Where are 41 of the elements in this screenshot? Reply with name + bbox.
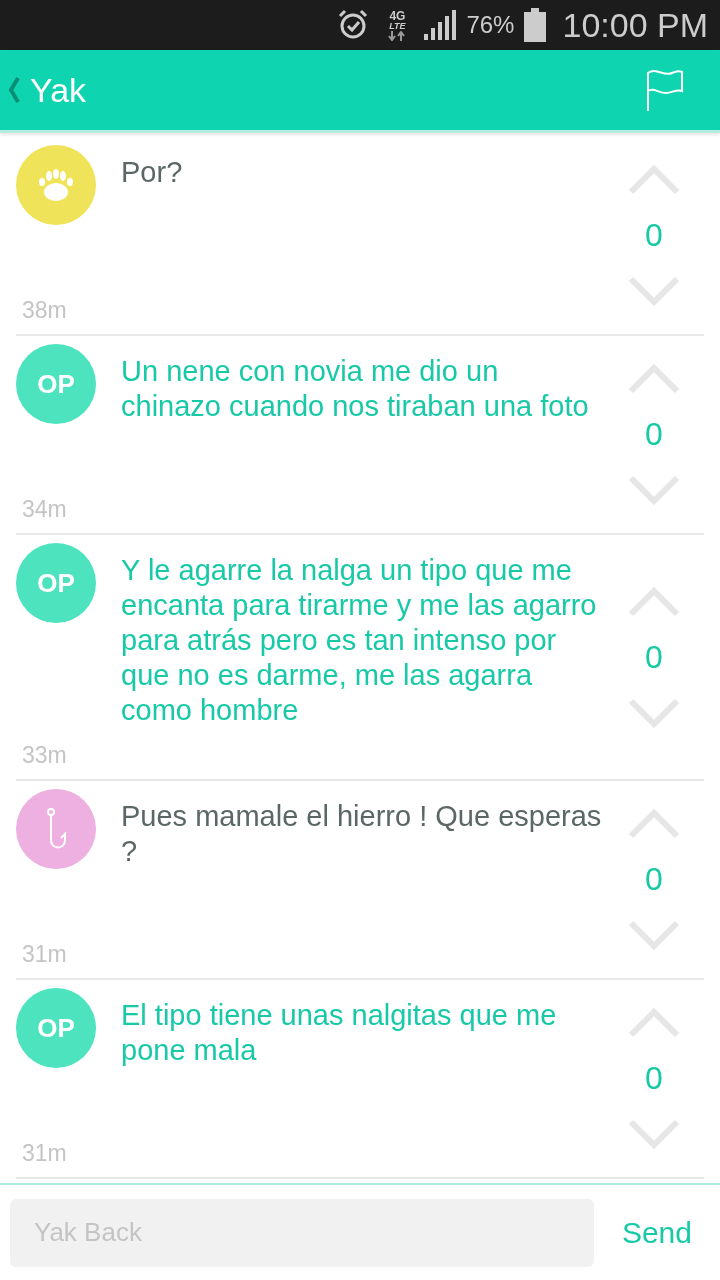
comment-text: Y le agarre la nalga un tipo que me encanta para tirarme y me las agarro para atrás pero es tan intenso por que no es darme, me las agarra como hombre	[121, 553, 598, 728]
vote-count: 0	[645, 861, 663, 898]
vote-count: 0	[645, 217, 663, 254]
send-button[interactable]: Send	[603, 1205, 710, 1260]
upvote-icon[interactable]	[628, 364, 680, 394]
comment-text: El tipo tiene unas nalgitas que me pone mala	[121, 998, 558, 1068]
fishhook-icon	[45, 808, 67, 850]
data-arrows-icon	[388, 30, 407, 41]
downvote-icon[interactable]	[628, 276, 680, 306]
vote-count: 0	[645, 1060, 663, 1097]
upvote-icon[interactable]	[628, 809, 680, 839]
vote-count: 0	[645, 416, 663, 453]
flag-icon[interactable]	[646, 69, 684, 111]
upvote-icon[interactable]	[628, 1008, 680, 1038]
network-subtype: LTE	[389, 21, 406, 31]
timestamp: 34m	[21, 495, 68, 524]
op-label: OP	[37, 567, 75, 599]
downvote-icon[interactable]	[628, 475, 680, 505]
comment-text: Por?	[121, 155, 183, 190]
timestamp: 31m	[21, 940, 68, 969]
timestamp: 33m	[21, 741, 68, 770]
comment-text: Pues mamale el hierro ! Que esperas ?	[121, 799, 603, 869]
network-type: 4G	[389, 9, 406, 22]
paw-icon	[38, 168, 74, 202]
upvote-icon[interactable]	[628, 165, 680, 195]
chevron-left-icon	[8, 77, 20, 103]
downvote-icon[interactable]	[628, 920, 680, 950]
timestamp: 38m	[21, 296, 68, 325]
vote-count: 0	[645, 638, 663, 676]
battery-percent: 76%	[466, 11, 515, 39]
back-button[interactable]: Yak	[8, 70, 87, 110]
downvote-icon[interactable]	[628, 1119, 680, 1149]
timestamp: 31m	[21, 1139, 68, 1168]
signal-icon	[424, 10, 457, 40]
op-label: OP	[37, 1012, 75, 1044]
upvote-icon[interactable]	[628, 586, 680, 617]
clock: 10:00 PM	[562, 5, 708, 45]
downvote-icon[interactable]	[628, 697, 680, 728]
comment-text: Un nene con novia me dio un chinazo cuando nos tiraban una foto	[121, 354, 590, 424]
op-label: OP	[37, 368, 75, 400]
battery-icon	[524, 8, 547, 42]
